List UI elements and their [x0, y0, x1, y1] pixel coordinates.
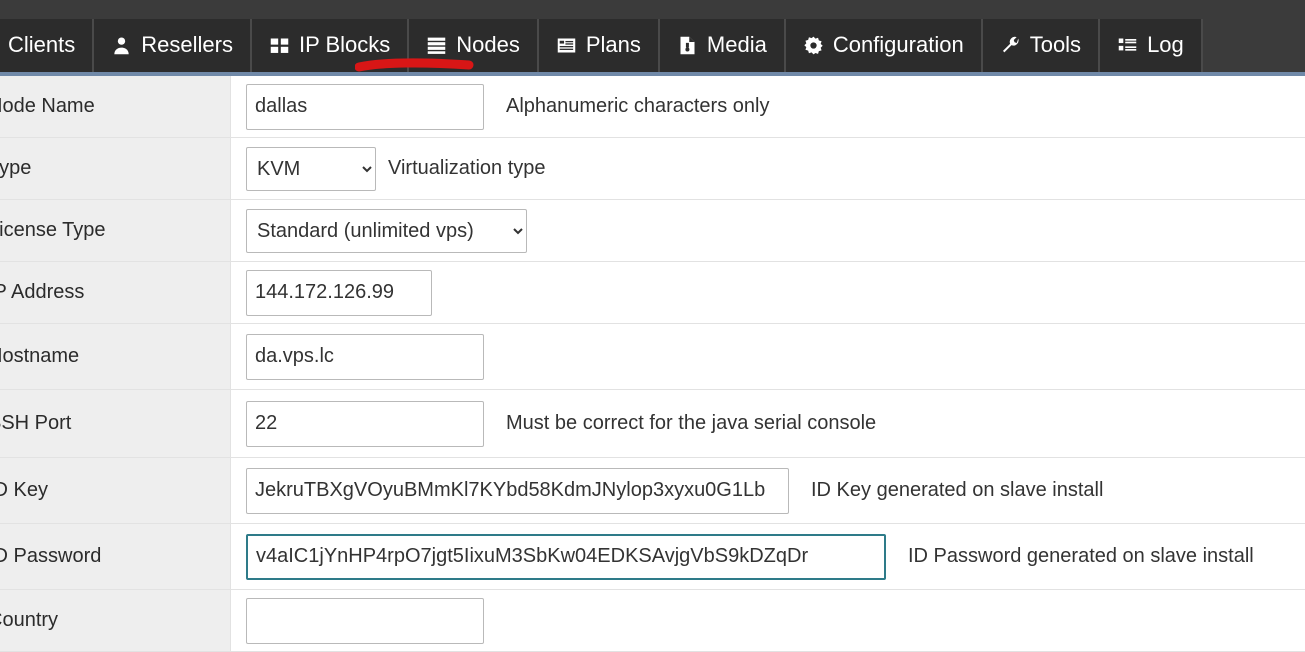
nav-tab-label: Tools	[1029, 31, 1082, 57]
country-input[interactable]	[246, 597, 484, 644]
help-text-id-key: ID Key generated on slave install	[811, 479, 1104, 501]
field-label-hostname: Hostname	[0, 324, 231, 389]
field-label-node-name: Node Name	[0, 76, 231, 137]
field-cell-country	[231, 590, 1305, 651]
nav-tab-label: Configuration	[832, 31, 964, 57]
form-row-ssh-port: SSH Port Must be correct for the java se…	[0, 390, 1305, 458]
nav-tab-tools[interactable]: Tools	[982, 19, 1101, 72]
nav-tab-clients[interactable]: Clients	[0, 19, 95, 72]
field-label-id-password: ID Password	[0, 524, 231, 589]
type-select[interactable]: KVM	[246, 146, 376, 191]
nav-tab-label: IP Blocks	[298, 31, 391, 57]
nav-tab-plans[interactable]: Plans	[538, 19, 660, 72]
ssh-port-input[interactable]	[246, 400, 484, 447]
field-cell-hostname	[231, 324, 1305, 389]
wrench-icon	[1000, 35, 1021, 56]
node-name-input[interactable]	[246, 83, 484, 130]
form-row-hostname: Hostname	[0, 324, 1305, 390]
field-cell-type: KVM Virtualization type	[231, 138, 1305, 199]
form-row-id-password: ID Password ID Password generated on sla…	[0, 524, 1305, 590]
top-navigation-bar: Clients Resellers IP Blocks Nodes Plans …	[0, 0, 1305, 72]
form-row-id-key: ID Key ID Key generated on slave install	[0, 458, 1305, 524]
nav-tab-label: Clients	[8, 31, 76, 57]
nav-tab-media[interactable]: Media	[659, 19, 786, 72]
document-icon	[677, 35, 698, 56]
id-key-input[interactable]	[246, 467, 789, 514]
list-icon	[1117, 35, 1138, 56]
form-row-ip-address: IP Address	[0, 262, 1305, 324]
field-cell-license-type: Standard (unlimited vps)	[231, 200, 1305, 261]
list-box-icon	[556, 35, 577, 56]
help-text-id-password: ID Password generated on slave install	[908, 545, 1254, 567]
nav-tab-label: Log	[1147, 31, 1184, 57]
form-row-type: Type KVM Virtualization type	[0, 138, 1305, 200]
nav-tab-list: Clients Resellers IP Blocks Nodes Plans …	[0, 19, 1203, 72]
hostname-input[interactable]	[246, 333, 484, 380]
license-type-select[interactable]: Standard (unlimited vps)	[246, 208, 527, 253]
gear-icon	[803, 35, 824, 56]
grid-icon	[269, 35, 290, 56]
form-row-license-type: License Type Standard (unlimited vps)	[0, 200, 1305, 262]
field-cell-node-name: Alphanumeric characters only	[231, 76, 1305, 137]
help-text-node-name: Alphanumeric characters only	[506, 95, 770, 117]
help-text-ssh-port: Must be correct for the java serial cons…	[506, 412, 877, 434]
nav-tab-nodes[interactable]: Nodes	[409, 19, 539, 72]
field-label-ssh-port: SSH Port	[0, 390, 231, 457]
nav-tab-configuration[interactable]: Configuration	[785, 19, 983, 72]
form-row-node-name: Node Name Alphanumeric characters only	[0, 76, 1305, 138]
nav-tab-log[interactable]: Log	[1100, 19, 1203, 72]
nav-tab-label: Plans	[585, 31, 641, 57]
form-row-country: Country	[0, 590, 1305, 652]
nav-tab-label: Resellers	[141, 31, 233, 57]
field-cell-id-password: ID Password generated on slave install	[231, 524, 1305, 589]
field-cell-ssh-port: Must be correct for the java serial cons…	[231, 390, 1305, 457]
user-icon	[111, 35, 132, 56]
nav-tab-label: Nodes	[456, 31, 520, 57]
field-label-country: Country	[0, 590, 231, 651]
field-label-ip-address: IP Address	[0, 262, 231, 323]
ip-address-input[interactable]	[246, 269, 432, 316]
node-settings-form: Node Name Alphanumeric characters only T…	[0, 76, 1305, 652]
field-label-license-type: License Type	[0, 200, 231, 261]
nav-tab-label: Media	[706, 31, 767, 57]
nav-tab-ip-blocks[interactable]: IP Blocks	[251, 19, 410, 72]
field-label-id-key: ID Key	[0, 458, 231, 523]
field-cell-id-key: ID Key generated on slave install	[231, 458, 1305, 523]
nav-tab-resellers[interactable]: Resellers	[94, 19, 252, 72]
id-password-input[interactable]	[246, 533, 886, 580]
server-icon	[426, 35, 447, 56]
field-cell-ip-address	[231, 262, 1305, 323]
help-text-type: Virtualization type	[388, 157, 546, 179]
field-label-type: Type	[0, 138, 231, 199]
